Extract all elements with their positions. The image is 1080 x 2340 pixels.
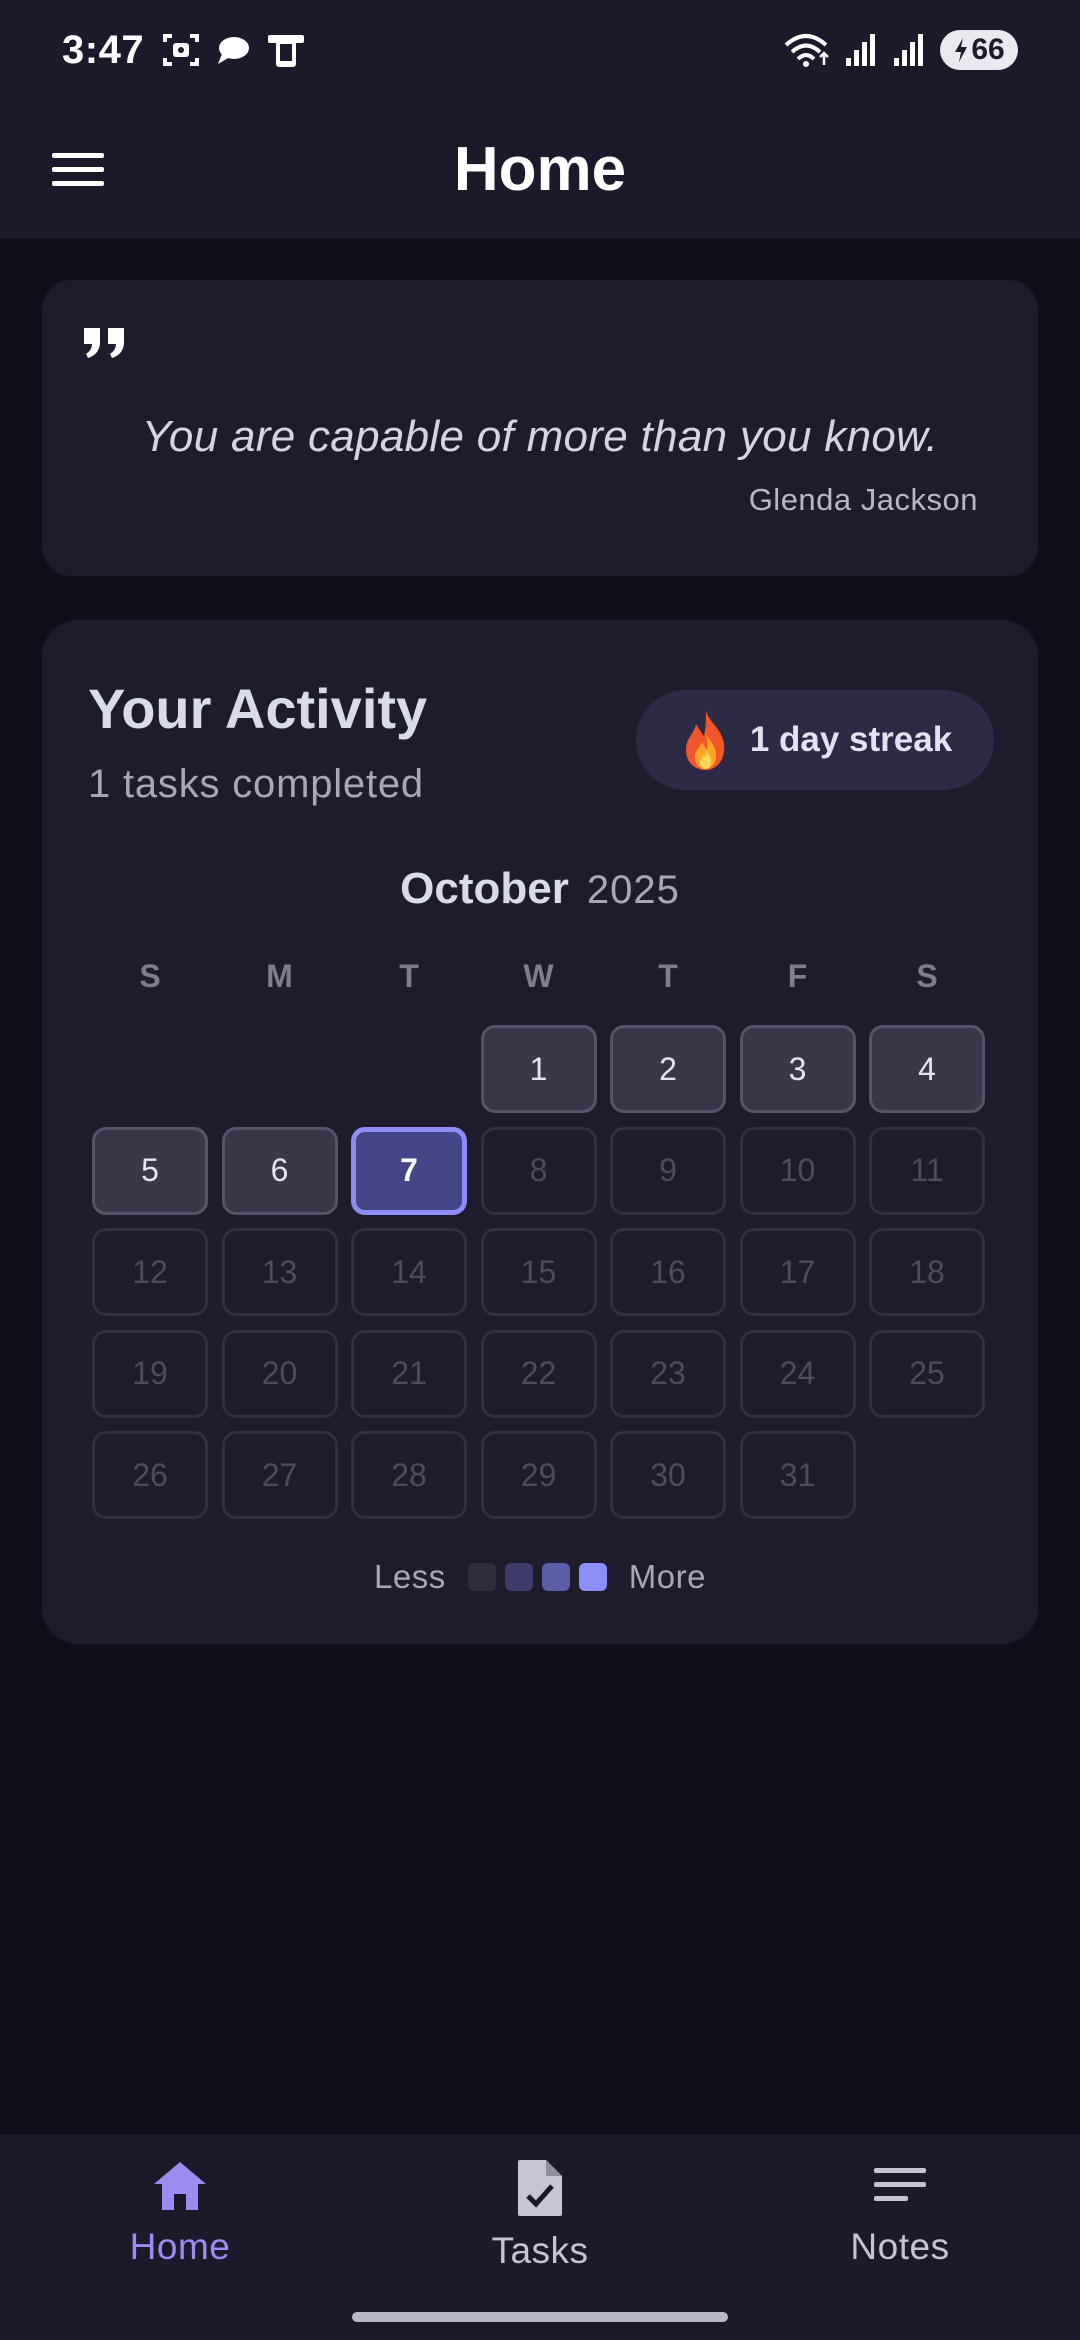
weekday-label: S — [916, 958, 938, 994]
weekday-label: T — [658, 958, 678, 994]
calendar-day[interactable]: 12 — [92, 1228, 208, 1316]
signal-icon — [894, 34, 923, 66]
signal-icon — [846, 34, 875, 66]
wifi-icon — [784, 34, 829, 67]
tasks-completed-count: 1 tasks completed — [88, 762, 424, 806]
legend-swatches — [467, 1563, 607, 1591]
calendar-day[interactable]: 13 — [221, 1228, 338, 1316]
calendar-day[interactable]: 10 — [739, 1126, 856, 1215]
bottom-navigation: Home Tasks Notes — [0, 2134, 1080, 2340]
notification-icons — [162, 31, 306, 69]
app-bar: Home — [0, 100, 1080, 238]
calendar-day[interactable]: 24 — [739, 1329, 856, 1418]
weekday-label: F — [787, 958, 808, 994]
battery-charging-icon — [955, 38, 968, 62]
chat-bubble-icon — [218, 37, 250, 64]
weekday-label: S — [139, 958, 161, 994]
calendar-day[interactable]: 17 — [739, 1228, 856, 1316]
battery-indicator: 66 — [940, 30, 1018, 70]
calendar-day[interactable]: 11 — [869, 1126, 985, 1215]
calendar-day[interactable]: 5 — [92, 1126, 208, 1215]
home-icon — [154, 2162, 206, 2210]
nav-item-tasks[interactable]: Tasks — [360, 2134, 720, 2304]
calendar-day[interactable]: 20 — [221, 1329, 338, 1418]
calendar-day[interactable]: 14 — [351, 1228, 467, 1316]
quote-text: You are capable of more than you know. — [141, 412, 939, 461]
calendar-day[interactable]: 28 — [351, 1431, 467, 1519]
nav-label-notes: Notes — [850, 2226, 950, 2267]
streak-badge: 1 day streak — [636, 690, 994, 790]
legend-swatch — [541, 1563, 570, 1591]
calendar-month: October — [400, 864, 569, 913]
activity-title: Your Activity — [88, 677, 428, 740]
nav-item-notes[interactable]: Notes — [720, 2134, 1080, 2304]
nav-label-home: Home — [129, 2226, 231, 2267]
calendar-day[interactable]: 18 — [869, 1228, 985, 1316]
legend-swatch — [504, 1563, 533, 1591]
activity-card: Your Activity 1 tasks completed 1 day st… — [42, 620, 1038, 1644]
calendar-month-header: October 2025 — [42, 864, 1038, 914]
weekday-label: T — [399, 958, 419, 994]
calendar-day[interactable]: 2 — [610, 1025, 726, 1113]
quote-author: Glenda Jackson — [748, 482, 978, 517]
nav-item-home[interactable]: Home — [0, 2134, 360, 2304]
weekday-label: M — [266, 958, 293, 994]
page-title: Home — [453, 134, 627, 204]
calendar-day[interactable]: 1 — [480, 1025, 597, 1113]
home-gesture-bar[interactable] — [352, 2312, 728, 2322]
calendar-day[interactable]: 25 — [869, 1329, 985, 1418]
calendar-day[interactable]: 30 — [610, 1431, 726, 1519]
legend-swatch — [467, 1563, 496, 1591]
calendar-day[interactable]: 3 — [739, 1025, 856, 1113]
calendar-year: 2025 — [586, 868, 680, 912]
legend-more-label: More — [628, 1558, 706, 1595]
device-icon — [268, 35, 305, 67]
streak-label: 1 day streak — [749, 720, 953, 759]
quote-card: You are capable of more than you know. G… — [42, 280, 1038, 576]
calendar-day[interactable]: 21 — [351, 1329, 467, 1418]
calendar-day[interactable]: 26 — [92, 1431, 208, 1519]
status-left: 3:47 — [62, 28, 306, 73]
legend-swatch — [578, 1563, 607, 1591]
notes-lines-icon — [874, 2168, 926, 2201]
calendar-day[interactable]: 27 — [221, 1431, 338, 1519]
hamburger-menu-icon[interactable] — [52, 142, 106, 196]
calendar-day[interactable]: 19 — [92, 1329, 208, 1418]
calendar-day[interactable]: 8 — [480, 1126, 597, 1215]
activity-legend: Less More — [42, 1558, 1038, 1596]
calendar-day[interactable]: 23 — [610, 1329, 726, 1418]
screenshot-icon — [163, 34, 200, 66]
calendar-day[interactable]: 15 — [480, 1228, 597, 1316]
calendar-day[interactable]: 6 — [221, 1126, 338, 1215]
battery-level: 66 — [971, 33, 1005, 66]
calendar-day-today[interactable]: 7 — [351, 1126, 467, 1215]
calendar-day[interactable]: 16 — [610, 1228, 726, 1316]
calendar-day[interactable]: 31 — [739, 1431, 856, 1519]
calendar-day[interactable]: 9 — [610, 1126, 726, 1215]
quote-icon — [84, 328, 124, 358]
calendar-day[interactable]: 22 — [480, 1329, 597, 1418]
weekday-label: W — [523, 958, 554, 994]
status-bar: 3:47 66 — [0, 0, 1080, 100]
status-time: 3:47 — [62, 27, 145, 72]
calendar-day[interactable]: 4 — [869, 1025, 985, 1113]
calendar-day[interactable]: 29 — [480, 1431, 597, 1519]
legend-less-label: Less — [374, 1558, 446, 1595]
nav-label-tasks: Tasks — [491, 2230, 589, 2271]
task-document-icon — [518, 2160, 562, 2216]
status-right: 66 — [782, 30, 1018, 70]
fire-icon — [685, 710, 725, 770]
